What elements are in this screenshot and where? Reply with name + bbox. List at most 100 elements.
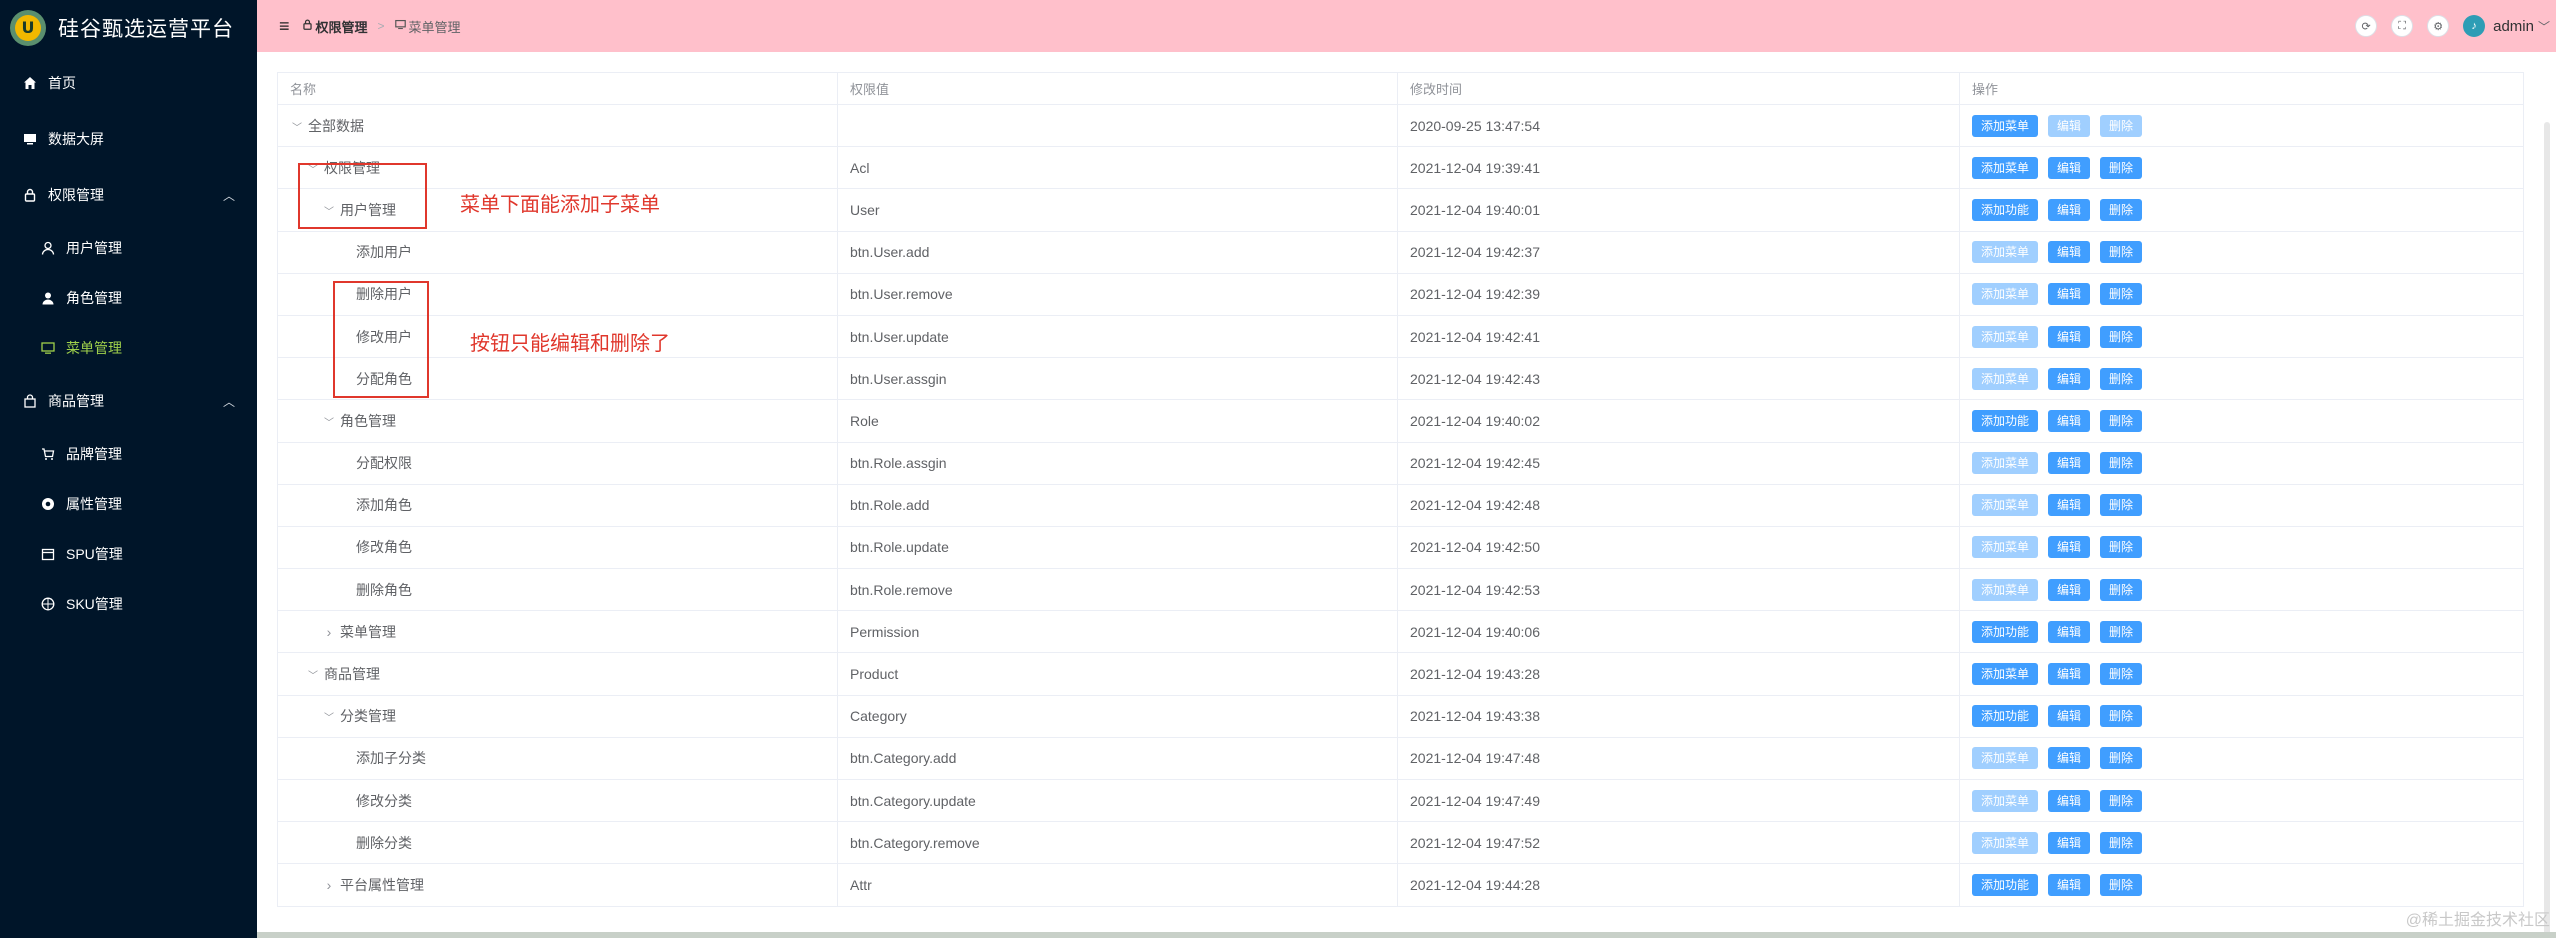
add-menu-button[interactable]: 添加菜单 [1972,156,2039,179]
username[interactable]: admin [2493,18,2534,35]
delete-button[interactable]: 删除 [2100,789,2143,812]
add-menu-button[interactable]: 添加菜单 [1972,831,2039,854]
delete-button[interactable]: 删除 [2100,494,2143,517]
sidebar-item-home[interactable]: 首页 [0,55,257,111]
add-menu-button[interactable]: 添加菜单 [1972,325,2039,348]
cell-ops: 添加菜单 编辑 删除 [1959,357,2524,401]
delete-button[interactable]: 删除 [2100,409,2143,432]
delete-button[interactable]: 删除 [2100,156,2143,179]
edit-button[interactable]: 编辑 [2048,578,2091,601]
add-menu-button[interactable]: 添加菜单 [1972,283,2039,306]
cell-code: btn.User.update [837,314,1398,359]
delete-button[interactable]: 删除 [2100,452,2143,475]
edit-button[interactable]: 编辑 [2048,663,2091,686]
cell-ops: 添加菜单 编辑 删除 [1959,441,2524,485]
edit-button[interactable]: 编辑 [2048,198,2091,221]
edit-button[interactable]: 编辑 [2048,705,2091,728]
delete-button[interactable]: 删除 [2100,620,2143,643]
breadcrumb-item-permission[interactable]: 权限管理 [316,17,368,36]
chevron-right-icon[interactable]: › [322,624,336,640]
edit-button[interactable]: 编辑 [2048,831,2091,854]
delete-button[interactable]: 删除 [2100,198,2143,221]
edit-button[interactable]: 编辑 [2048,409,2091,432]
add-function-button[interactable]: 添加功能 [1972,409,2039,432]
delete-button[interactable]: 删除 [2100,578,2143,601]
add-function-button[interactable]: 添加功能 [1972,198,2039,221]
edit-button[interactable]: 编辑 [2048,620,2091,643]
edit-button[interactable]: 编辑 [2048,494,2091,517]
chevron-down-icon[interactable]: ﹀ [2538,18,2550,35]
delete-button[interactable]: 删除 [2100,283,2143,306]
edit-button[interactable]: 编辑 [2048,536,2091,559]
sidebar-item-attr[interactable]: 属性管理 [0,479,257,529]
vertical-scrollbar[interactable] [2544,122,2550,938]
sidebar-item-product[interactable]: 商品管理 ︿ [0,373,257,429]
horizontal-scrollbar[interactable] [257,932,2556,938]
column-header-time: 修改时间 [1397,72,1960,105]
add-function-button[interactable]: 添加功能 [1972,873,2039,896]
chevron-down-icon[interactable]: ﹀ [290,119,304,134]
chevron-down-icon[interactable]: ﹀ [306,667,320,682]
annotation-box-buttons [333,281,429,398]
edit-button[interactable]: 编辑 [2048,241,2091,264]
chevron-right-icon[interactable]: › [322,877,336,893]
sidebar-item-dashboard[interactable]: 数据大屏 [0,111,257,167]
add-menu-button[interactable]: 添加菜单 [1972,114,2039,137]
edit-button[interactable]: 编辑 [2048,156,2091,179]
cell-time: 2021-12-04 19:42:53 [1397,568,1960,612]
add-menu-button[interactable]: 添加菜单 [1972,494,2039,517]
delete-button[interactable]: 删除 [2100,705,2143,728]
sidebar-item-label: 角色管理 [66,290,122,306]
add-menu-button[interactable]: 添加菜单 [1972,789,2039,812]
fullscreen-icon[interactable]: ⛶ [2391,15,2414,37]
sidebar-item-brand[interactable]: 品牌管理 [0,429,257,479]
add-function-button[interactable]: 添加功能 [1972,705,2039,728]
edit-button[interactable]: 编辑 [2048,789,2091,812]
settings-icon[interactable]: ⚙ [2427,15,2450,37]
cell-ops: 添加菜单 编辑 删除 [1959,314,2524,359]
delete-button[interactable]: 删除 [2100,367,2143,390]
chevron-down-icon[interactable]: ﹀ [322,414,336,429]
delete-button[interactable]: 删除 [2100,241,2143,264]
logo[interactable]: U 硅谷甄选运营平台 [0,0,257,55]
table-row: 修改分类 btn.Category.update 2021-12-04 19:47:… [277,778,2524,823]
add-menu-button[interactable]: 添加菜单 [1972,241,2039,264]
delete-button[interactable]: 删除 [2100,114,2143,137]
delete-button[interactable]: 删除 [2100,325,2143,348]
sidebar-item-sku[interactable]: SKU管理 [0,579,257,629]
edit-button[interactable]: 编辑 [2048,114,2091,137]
add-menu-button[interactable]: 添加菜单 [1972,578,2039,601]
sidebar-item-role[interactable]: 角色管理 [0,273,257,323]
add-menu-button[interactable]: 添加菜单 [1972,452,2039,475]
edit-button[interactable]: 编辑 [2048,367,2091,390]
menu-fold-icon[interactable]: ≡ [279,16,290,37]
delete-button[interactable]: 删除 [2100,831,2143,854]
chevron-down-icon[interactable]: ﹀ [322,709,336,724]
delete-button[interactable]: 删除 [2100,873,2143,896]
user-icon [40,241,56,255]
edit-button[interactable]: 编辑 [2048,873,2091,896]
table-row: › 菜单管理 Permission 2021-12-04 19:40:06 添加功能 编辑… [277,610,2524,654]
delete-button[interactable]: 删除 [2100,536,2143,559]
edit-button[interactable]: 编辑 [2048,283,2091,306]
refresh-icon[interactable]: ⟳ [2355,15,2378,37]
add-menu-button[interactable]: 添加菜单 [1972,747,2039,770]
add-function-button[interactable]: 添加功能 [1972,620,2039,643]
add-menu-button[interactable]: 添加菜单 [1972,367,2039,390]
home-icon [22,76,38,90]
edit-button[interactable]: 编辑 [2048,325,2091,348]
sidebar-item-permission[interactable]: 权限管理 ︿ [0,167,257,223]
cart-icon [40,447,56,461]
delete-button[interactable]: 删除 [2100,747,2143,770]
avatar[interactable]: ♪ [2463,15,2486,37]
sidebar-item-user[interactable]: 用户管理 [0,223,257,273]
add-menu-button[interactable]: 添加菜单 [1972,663,2039,686]
cell-name: 分配权限 [277,441,838,485]
edit-button[interactable]: 编辑 [2048,747,2091,770]
sidebar-item-menu[interactable]: 菜单管理 [0,323,257,373]
cell-time: 2021-12-04 19:43:28 [1397,652,1960,696]
edit-button[interactable]: 编辑 [2048,452,2091,475]
delete-button[interactable]: 删除 [2100,663,2143,686]
add-menu-button[interactable]: 添加菜单 [1972,536,2039,559]
sidebar-item-spu[interactable]: SPU管理 [0,529,257,579]
